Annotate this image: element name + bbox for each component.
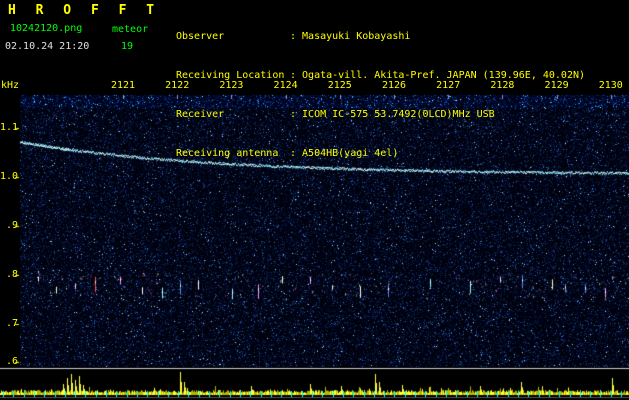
time-tick-label: 2123	[219, 80, 244, 91]
freq-tick-label: .9	[5, 220, 18, 231]
app-title: H R O F F T	[8, 3, 161, 18]
datetime-label: 02.10.24 21:20	[5, 41, 90, 52]
time-tick-label: 2129	[544, 80, 569, 91]
time-tick-label: 2128	[490, 80, 515, 91]
info-value: : Masayuki Kobayashi	[290, 31, 411, 42]
info-label: Receiver	[176, 109, 225, 120]
time-tick-label: 2125	[327, 80, 352, 91]
info-value: : ICOM IC-575 53.7492(0LCD)MHz USB	[290, 109, 495, 120]
time-tick-label: 2130	[598, 80, 623, 91]
info-label: Receiving antenna	[176, 148, 279, 159]
mode-label: meteor	[112, 24, 149, 35]
time-tick-label: 2126	[381, 80, 407, 91]
freq-tick-label: .7	[5, 318, 18, 329]
station-info-row: Observer : Masayuki Kobayashi	[176, 30, 585, 43]
y-axis-unit-label: kHz	[1, 80, 20, 91]
header-overlay: H R O F F T 10242120.png meteor 02.10.24…	[0, 0, 629, 400]
time-tick-label: 2121	[110, 80, 136, 91]
info-value: : A504HB(yagi 4el)	[290, 148, 399, 159]
freq-tick-label: 1.0	[0, 171, 19, 182]
freq-tick-label: 1.1	[0, 122, 19, 133]
time-tick-label: 2122	[165, 80, 190, 91]
station-info-row: Receiver : ICOM IC-575 53.7492(0LCD)MHz U…	[176, 108, 585, 121]
meteor-count: 19	[121, 41, 134, 52]
time-tick-label: 2127	[436, 80, 461, 91]
station-info-row: Receiving antenna : A504HB(yagi 4el)	[176, 147, 585, 160]
info-label: Observer	[176, 31, 225, 42]
time-tick-label: 2124	[273, 80, 298, 91]
freq-tick-label: .8	[5, 269, 18, 280]
filename-label: 10242120.png	[10, 23, 83, 34]
hrofft-screen: H R O F F T 10242120.png meteor 02.10.24…	[0, 0, 629, 400]
station-info: Observer: Masayuki Kobayashi Receiving L…	[176, 4, 585, 186]
freq-tick-label: .6	[5, 356, 18, 367]
